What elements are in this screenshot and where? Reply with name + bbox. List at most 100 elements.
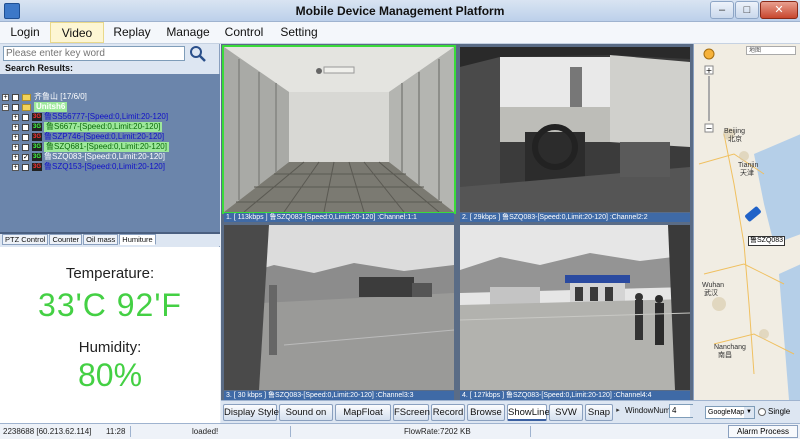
svw-button[interactable]: SVW xyxy=(549,404,583,421)
tab-counter[interactable]: Counter xyxy=(49,234,83,245)
video-frame-3[interactable] xyxy=(224,225,454,390)
tree-vehicle-row[interactable]: + 3G 鲁SZP746-[Speed:0,Limit:20-120] xyxy=(12,132,164,142)
tab-ptz-control[interactable]: PTZ Control xyxy=(2,234,49,245)
map-panel[interactable]: + − 地图 Beijing 北京 Tianjin 天津 Wuhan 武汉 Na… xyxy=(693,44,800,400)
vehicle-status-icon: 3G xyxy=(32,143,42,151)
expand-icon[interactable]: + xyxy=(12,153,19,161)
expand-icon[interactable]: + xyxy=(2,93,9,101)
expand-icon[interactable]: + xyxy=(12,123,19,131)
map-place-label: Beijing xyxy=(724,128,746,135)
browse-button[interactable]: Browse xyxy=(467,404,505,421)
chevron-down-icon[interactable]: ▼ xyxy=(744,407,754,418)
vehicle-map-marker[interactable]: 鲁SZQ083 xyxy=(748,236,786,246)
collapse-icon[interactable]: − xyxy=(2,103,9,111)
humidity-value: 80% xyxy=(77,357,143,393)
record-button[interactable]: Record xyxy=(431,404,465,421)
tree-vehicle-row[interactable]: + 3G 鲁SS56777-[Speed:0,Limit:20-120] xyxy=(12,112,168,122)
map-float-button[interactable]: MapFloat xyxy=(335,404,391,421)
humidity-label: Humidity: xyxy=(78,339,142,356)
map-place-label: 南昌 xyxy=(718,352,732,359)
video-cell-4[interactable]: 4. [ 127kbps ] 鲁SZQ083-[Speed:0,Limit:20… xyxy=(458,223,692,401)
menu-replay[interactable]: Replay xyxy=(104,22,160,43)
tree-group-label: Unitsh6 xyxy=(34,102,68,112)
vehicle-label: 鲁SZQ681-[Speed:0,Limit:20-120] xyxy=(44,142,169,152)
tree-checkbox[interactable] xyxy=(22,113,29,121)
tree-vehicle-row[interactable]: + 3G 鲁SZQ681-[Speed:0,Limit:20-120] xyxy=(12,142,169,152)
tree-vehicle-row[interactable]: + ✓ 3G 鲁SZQ083-[Speed:0,Limit:20-120] xyxy=(12,152,165,162)
video-caption-2: 2. [ 29kbps ] 鲁SZQ083-[Speed:0,Limit:20-… xyxy=(460,213,690,222)
menu-video[interactable]: Video xyxy=(50,22,104,43)
tree-group-row[interactable]: − Unitsh6 xyxy=(2,102,68,112)
tree-checkbox[interactable] xyxy=(22,163,29,171)
single-radio[interactable] xyxy=(758,408,766,416)
map-provider-select[interactable]: GoogleMap ▼ xyxy=(705,406,755,419)
temperature-label: Temperature: xyxy=(65,265,155,282)
menu-manage[interactable]: Manage xyxy=(160,22,216,43)
vehicle-tree: + 齐鲁山 [17/6/0] − Unitsh6 + 3G 鲁SS56777-[… xyxy=(0,74,220,232)
video-cell-1[interactable]: 1. [ 113kbps ] 鲁SZQ083-[Speed:0,Limit:20… xyxy=(222,45,456,223)
svg-text:+: + xyxy=(706,66,713,75)
status-bar: 2238688 [60.213.62.114] 11:28 loaded! Fl… xyxy=(0,423,800,439)
tab-oil-mass[interactable]: Oil mass xyxy=(83,234,119,245)
tree-checkbox[interactable] xyxy=(22,123,29,131)
show-line-button[interactable]: ShowLine xyxy=(507,404,550,421)
vehicle-status-icon: 3G xyxy=(32,163,42,171)
map-place-label: 北京 xyxy=(728,136,742,143)
map-place-label: 武汉 xyxy=(704,290,718,297)
tree-root-row[interactable]: + 齐鲁山 [17/6/0] xyxy=(2,92,87,102)
window-num-value: 4 xyxy=(672,406,677,415)
search-results-label: Search Results: xyxy=(5,63,74,73)
temperature-value: 33'C 92'F xyxy=(38,287,182,323)
vehicle-label: 鲁S6677-[Speed:0,Limit:20-120] xyxy=(44,122,163,132)
close-button[interactable]: ✕ xyxy=(760,1,798,19)
video-cell-2[interactable]: 2. [ 29kbps ] 鲁SZQ083-[Speed:0,Limit:20-… xyxy=(458,45,692,223)
expand-icon[interactable]: + xyxy=(12,143,19,151)
tree-checkbox[interactable] xyxy=(22,143,29,151)
video-caption-4: 4. [ 127kbps ] 鲁SZQ083-[Speed:0,Limit:20… xyxy=(460,391,690,400)
snap-button[interactable]: Snap xyxy=(585,404,613,421)
video-frame-4[interactable] xyxy=(460,225,690,390)
tree-vehicle-row[interactable]: + 3G 鲁SZQ153-[Speed:0,Limit:20-120] xyxy=(12,162,165,172)
display-style-button[interactable]: Display Style xyxy=(223,404,279,421)
sound-on-button[interactable]: Sound on xyxy=(279,404,333,421)
status-time: 11:28 xyxy=(106,427,126,436)
search-icon[interactable] xyxy=(189,45,207,63)
map-place-label: 天津 xyxy=(740,170,754,177)
vehicle-label: 鲁SS56777-[Speed:0,Limit:20-120] xyxy=(44,112,169,121)
status-flowrate: FlowRate:7202 KB xyxy=(404,427,471,436)
map-provider-value: GoogleMap xyxy=(708,409,745,416)
video-frame-2[interactable] xyxy=(460,47,690,212)
maximize-button[interactable]: □ xyxy=(735,1,759,19)
vehicle-status-icon: 3G xyxy=(32,123,42,131)
status-separator xyxy=(290,426,291,437)
vehicle-status-icon: 3G xyxy=(32,153,42,161)
menu-login[interactable]: Login xyxy=(0,22,50,43)
expand-icon[interactable]: + xyxy=(12,163,19,171)
folder-icon xyxy=(22,93,31,101)
map-zoom-control[interactable]: + − xyxy=(702,46,716,136)
fscreen-button[interactable]: FScreen xyxy=(393,404,430,421)
map-place-label: Wuhan xyxy=(702,282,725,289)
map-controls: GoogleMap ▼ Single xyxy=(693,400,800,423)
expand-icon[interactable]: + xyxy=(12,133,19,141)
tree-checkbox[interactable] xyxy=(22,133,29,141)
app-window: Mobile Device Management Platform – □ ✕ … xyxy=(0,0,800,439)
tree-checkbox-checked[interactable]: ✓ xyxy=(22,153,29,161)
tree-vehicle-row[interactable]: + 3G 鲁S6677-[Speed:0,Limit:20-120] xyxy=(12,122,163,132)
status-loaded: loaded! xyxy=(192,427,219,436)
toolbar-more-arrow-icon[interactable]: ▸ xyxy=(613,404,623,418)
video-frame-1[interactable] xyxy=(222,45,456,214)
expand-icon[interactable]: + xyxy=(12,113,19,121)
minimize-button[interactable]: – xyxy=(710,1,734,19)
video-cell-3[interactable]: 3. [ 30 kbps ] 鲁SZQ083-[Speed:0,Limit:20… xyxy=(222,223,456,401)
window-num-label: WindowNum xyxy=(625,406,671,415)
tree-checkbox[interactable] xyxy=(12,93,19,101)
window-title: Mobile Device Management Platform xyxy=(295,4,505,18)
menu-setting[interactable]: Setting xyxy=(272,22,326,43)
menu-control[interactable]: Control xyxy=(216,22,272,43)
alarm-process-button[interactable]: Alarm Process xyxy=(728,425,798,438)
map-search-input[interactable]: 地图 xyxy=(746,46,796,55)
tab-humiture[interactable]: Humiture xyxy=(119,234,156,245)
search-input[interactable] xyxy=(3,46,185,61)
tree-checkbox[interactable] xyxy=(12,103,19,111)
